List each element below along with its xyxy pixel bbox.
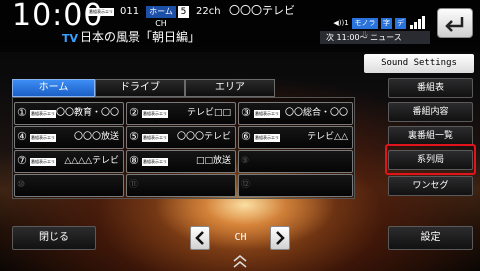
audio-icon: ◀))1 xyxy=(333,19,349,27)
ch-down-button[interactable] xyxy=(190,226,210,250)
tab-area[interactable]: エリア xyxy=(185,79,275,97)
preset-8[interactable]: ⑧ 番組表示エリア □□放送 xyxy=(126,150,236,173)
data-badge: デ xyxy=(395,18,406,29)
preset-12[interactable]: ⑫ xyxy=(238,174,353,197)
tab-drive[interactable]: ドライブ xyxy=(95,79,185,97)
sound-settings-button[interactable]: Sound Settings xyxy=(364,54,474,73)
one-seg-button[interactable]: ワンセグ xyxy=(388,176,473,196)
channel-number: 22ch xyxy=(196,6,221,17)
signal-strength-icon xyxy=(410,16,425,29)
program-title: 日本の風景「朝日編」 xyxy=(80,30,201,44)
station-name: 〇〇〇テレビ xyxy=(229,4,295,17)
settings-button[interactable]: 設定 xyxy=(388,226,473,250)
next-program-bar: 次 11:00〜 ニュース xyxy=(320,31,430,44)
tv-label: TV xyxy=(62,32,79,45)
preset-5[interactable]: ⑤ 番組表示エリア 〇〇〇テレビ xyxy=(126,126,236,149)
ch-label: CH xyxy=(234,232,247,243)
chevron-left-icon xyxy=(195,231,204,245)
close-button[interactable]: 閉じる xyxy=(12,226,96,250)
preset-4[interactable]: ④ 番組表示エリア 〇〇〇放送 xyxy=(14,126,124,149)
preset-3[interactable]: ③ 番組表示エリア 〇〇総合・〇〇 xyxy=(238,102,353,125)
clock: 10:00 xyxy=(12,0,104,33)
preset-11[interactable]: ⑪ xyxy=(126,174,236,197)
other-programs-button[interactable]: 裏番組一覧 xyxy=(388,126,473,146)
selection-highlight xyxy=(385,144,476,175)
program-info-button[interactable]: 番組内容 xyxy=(388,102,473,122)
back-button[interactable] xyxy=(437,8,473,38)
home-ch-badge: ホームCH xyxy=(146,6,176,28)
preset-10[interactable]: ⑩ xyxy=(14,174,124,197)
preset-6[interactable]: ⑥ 番組表示エリア テレビ△△ xyxy=(238,126,353,149)
tab-home[interactable]: ホーム xyxy=(12,79,95,97)
ch-up-button[interactable] xyxy=(270,226,290,250)
subtitle-badge: 字 xyxy=(381,18,392,29)
channel-code: 011 xyxy=(120,6,140,17)
chevron-right-icon xyxy=(276,231,285,245)
preset-9[interactable]: ⑨ xyxy=(238,150,353,173)
mono-badge: モノラル xyxy=(352,18,378,38)
program-guide-button[interactable]: 番組表 xyxy=(388,78,473,98)
home-ch-number: 5 xyxy=(178,6,189,18)
program-tag: 番組表示エリア xyxy=(88,8,114,22)
preset-1[interactable]: ① 番組表示エリア 〇〇教育・〇〇 xyxy=(14,102,124,125)
preset-2[interactable]: ② 番組表示エリア テレビ□□ xyxy=(126,102,236,125)
preset-7[interactable]: ⑦ 番組表示エリア △△△△テレビ xyxy=(14,150,124,173)
return-arrow-icon xyxy=(445,17,464,32)
double-chevron-up-icon[interactable] xyxy=(231,253,249,269)
